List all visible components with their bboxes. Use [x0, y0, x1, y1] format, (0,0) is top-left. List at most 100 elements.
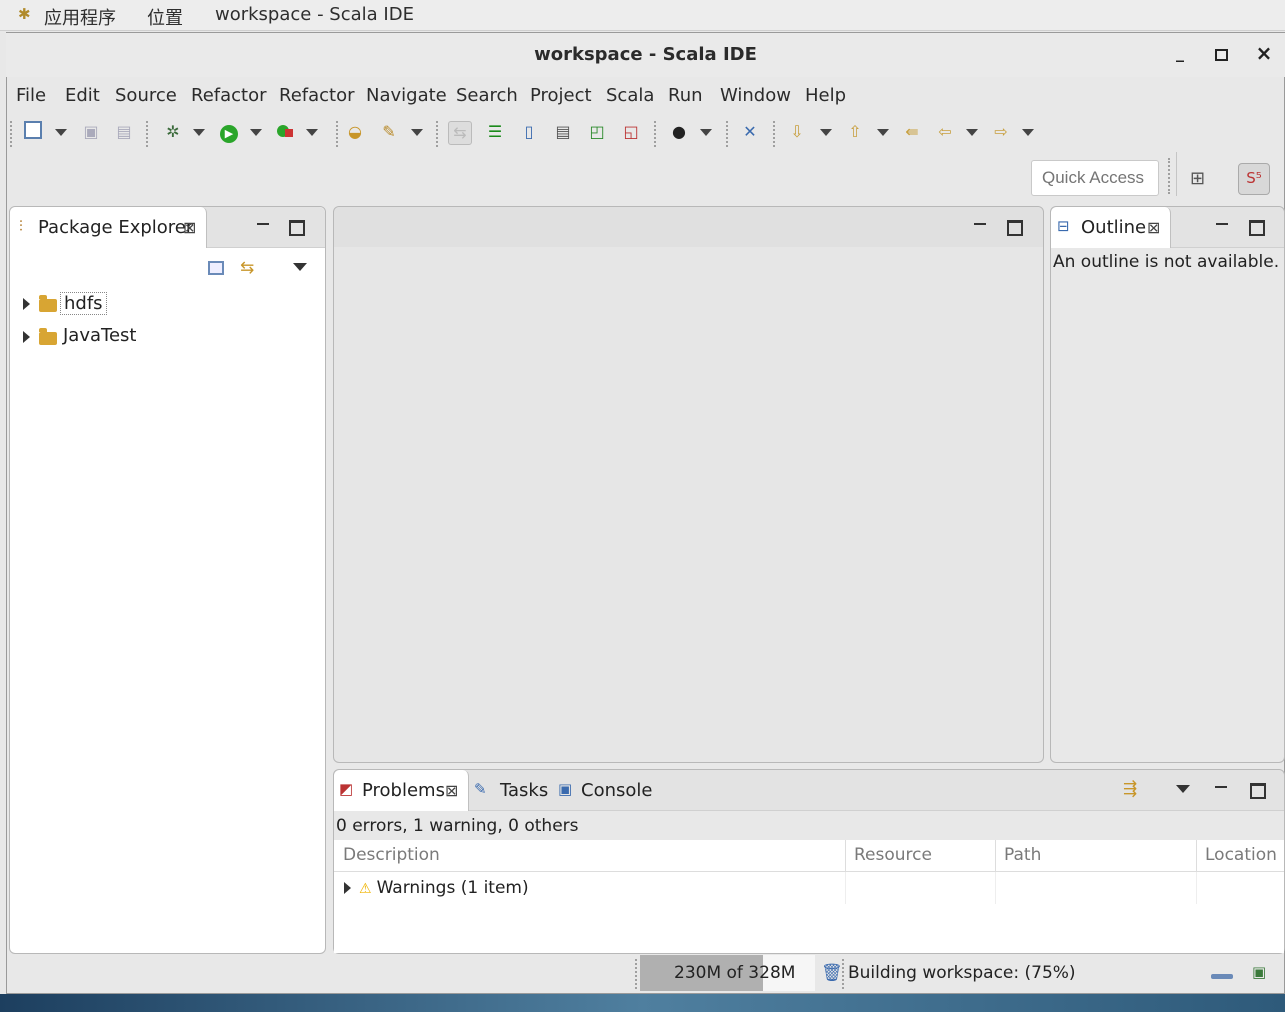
open-project-icon[interactable]: ◒ [344, 121, 366, 143]
previous-annotation-icon[interactable]: ⇧ [844, 121, 866, 143]
new-icon[interactable] [22, 121, 44, 143]
menu-help[interactable]: Help [805, 85, 846, 106]
heap-status[interactable]: 230M of 328M [640, 955, 815, 991]
scala-perspective-icon[interactable]: S⁵ [1238, 163, 1270, 195]
menu-edit[interactable]: Edit [65, 85, 100, 106]
perspective-user-icon[interactable]: ● [668, 121, 690, 143]
debug-dropdown-icon[interactable] [193, 129, 205, 136]
problems-maximize-icon[interactable] [1250, 783, 1266, 799]
package-explorer-panel: ⫶ Package Explorer ⊠ ⇆ hdfs JavaTest [9, 206, 326, 954]
expand-arrow-icon[interactable] [23, 298, 30, 310]
column-path[interactable]: Path [995, 840, 1197, 872]
problems-table: Description Resource Path Location ⚠ Warn… [334, 840, 1284, 904]
problems-view-menu-icon[interactable] [1176, 785, 1190, 793]
quick-access-input[interactable] [1031, 160, 1159, 196]
forward-icon[interactable]: ⇨ [990, 121, 1012, 143]
next-annotation-dropdown-icon[interactable] [820, 129, 832, 136]
run-icon[interactable]: ▶ [218, 121, 240, 143]
system-top-bar: ✱ 应用程序 位置 workspace - Scala IDE [0, 0, 1285, 31]
progress-view-icon[interactable]: ▣ [1252, 963, 1266, 981]
active-window-title[interactable]: workspace - Scala IDE [215, 4, 414, 25]
apps-logo-icon: ✱ [18, 5, 31, 23]
progress-bar-icon[interactable] [1211, 974, 1233, 979]
show-source-icon[interactable]: ▤ [552, 121, 574, 143]
menu-refactor-scala[interactable]: Refactor [279, 85, 355, 106]
outline-title: Outline [1081, 217, 1147, 238]
problems-minimize-icon[interactable] [1215, 786, 1227, 791]
toggle-outline-icon[interactable]: ☰ [484, 121, 506, 143]
last-edit-location-icon[interactable]: ⇚ [901, 121, 923, 143]
column-location[interactable]: Location [1196, 840, 1284, 872]
problems-close-icon[interactable]: ⊠ [445, 781, 458, 800]
maximize-button[interactable] [1209, 43, 1233, 67]
tab-console[interactable]: ▣ Console [558, 770, 658, 810]
editor-minimize-icon[interactable] [974, 223, 986, 228]
editor-tabbar [334, 207, 1043, 247]
places-menu[interactable]: 位置 [147, 4, 183, 30]
perspective-user-dropdown-icon[interactable] [700, 129, 712, 136]
link-with-editor-icon[interactable]: ⇆ [240, 258, 254, 278]
outline-maximize-icon[interactable] [1249, 220, 1265, 236]
package-explorer-maximize-icon[interactable] [289, 220, 305, 236]
link-editor-icon[interactable]: ⇆ [448, 121, 472, 145]
problems-panel: ◩ Problems ⊠ ✎ Tasks ▣ Console ⇶ 0 error… [333, 769, 1285, 954]
table-row[interactable]: ⚠ Warnings (1 item) [334, 871, 1284, 904]
column-description[interactable]: Description [334, 840, 846, 872]
menu-refactor-java[interactable]: Refactor [191, 85, 267, 106]
pin-icon[interactable]: ✕ [739, 121, 761, 143]
external-tools-icon[interactable] [274, 121, 296, 143]
back-dropdown-icon[interactable] [966, 129, 978, 136]
open-type-dropdown-icon[interactable] [411, 129, 423, 136]
previous-annotation-dropdown-icon[interactable] [877, 129, 889, 136]
run-dropdown-icon[interactable] [250, 129, 262, 136]
tasks-title: Tasks [500, 780, 549, 801]
outline-close-icon[interactable]: ⊠ [1147, 218, 1160, 237]
scala-interpreter-icon[interactable]: ◱ [620, 121, 642, 143]
run-gc-icon[interactable]: 🗑 [821, 963, 843, 983]
view-menu-icon[interactable] [293, 263, 307, 271]
tab-package-explorer[interactable]: ⫶ Package Explorer ⊠ [10, 207, 207, 248]
menu-project[interactable]: Project [530, 85, 592, 106]
menu-window[interactable]: Window [720, 85, 791, 106]
tab-problems[interactable]: ◩ Problems ⊠ [334, 770, 469, 811]
menu-source[interactable]: Source [115, 85, 177, 106]
close-button[interactable]: × [1252, 41, 1276, 65]
open-type-icon[interactable]: ✎ [378, 121, 400, 143]
editor-maximize-icon[interactable] [1007, 220, 1023, 236]
debug-icon[interactable]: ✲ [162, 121, 184, 143]
package-explorer-minimize-icon[interactable] [257, 223, 269, 228]
console-icon: ▣ [558, 780, 573, 798]
menu-search[interactable]: Search [456, 85, 518, 106]
new-dropdown-icon[interactable] [55, 129, 67, 136]
problems-title: Problems [362, 780, 445, 801]
menu-file[interactable]: File [16, 85, 46, 106]
column-resource[interactable]: Resource [845, 840, 996, 872]
scala-worksheet-icon[interactable]: ◰ [586, 121, 608, 143]
desktop-background [0, 994, 1285, 1012]
menu-bar: File Edit Source Refactor Refactor Navig… [6, 79, 1285, 113]
external-tools-dropdown-icon[interactable] [306, 129, 318, 136]
menu-scala[interactable]: Scala [606, 85, 654, 106]
forward-dropdown-icon[interactable] [1022, 129, 1034, 136]
expand-arrow-icon[interactable] [23, 331, 30, 343]
next-annotation-icon[interactable]: ⇩ [786, 121, 808, 143]
javadoc-icon[interactable]: ▯ [518, 121, 540, 143]
menu-navigate[interactable]: Navigate [366, 85, 447, 106]
collapse-all-icon[interactable] [208, 261, 224, 275]
focus-on-active-task-icon[interactable]: ⇶ [1123, 779, 1137, 799]
tree-item-hdfs[interactable]: hdfs [14, 291, 314, 317]
tab-outline[interactable]: ⊟ Outline ⊠ [1051, 207, 1171, 248]
applications-menu[interactable]: 应用程序 [44, 4, 116, 30]
menu-run[interactable]: Run [668, 85, 703, 106]
save-all-icon: ▤ [116, 122, 132, 141]
open-perspective-icon[interactable]: ⊞ [1190, 168, 1212, 189]
package-explorer-close-icon[interactable]: ⊠ [183, 218, 196, 237]
back-icon[interactable]: ⇦ [934, 121, 956, 143]
expand-arrow-icon[interactable] [344, 881, 351, 894]
outline-icon: ⊟ [1057, 217, 1070, 235]
tab-tasks[interactable]: ✎ Tasks [474, 770, 554, 810]
minimize-button[interactable]: _ [1168, 43, 1192, 67]
warning-icon: ⚠ [359, 880, 372, 897]
outline-minimize-icon[interactable] [1216, 223, 1228, 228]
tree-item-javatest[interactable]: JavaTest [14, 324, 314, 350]
